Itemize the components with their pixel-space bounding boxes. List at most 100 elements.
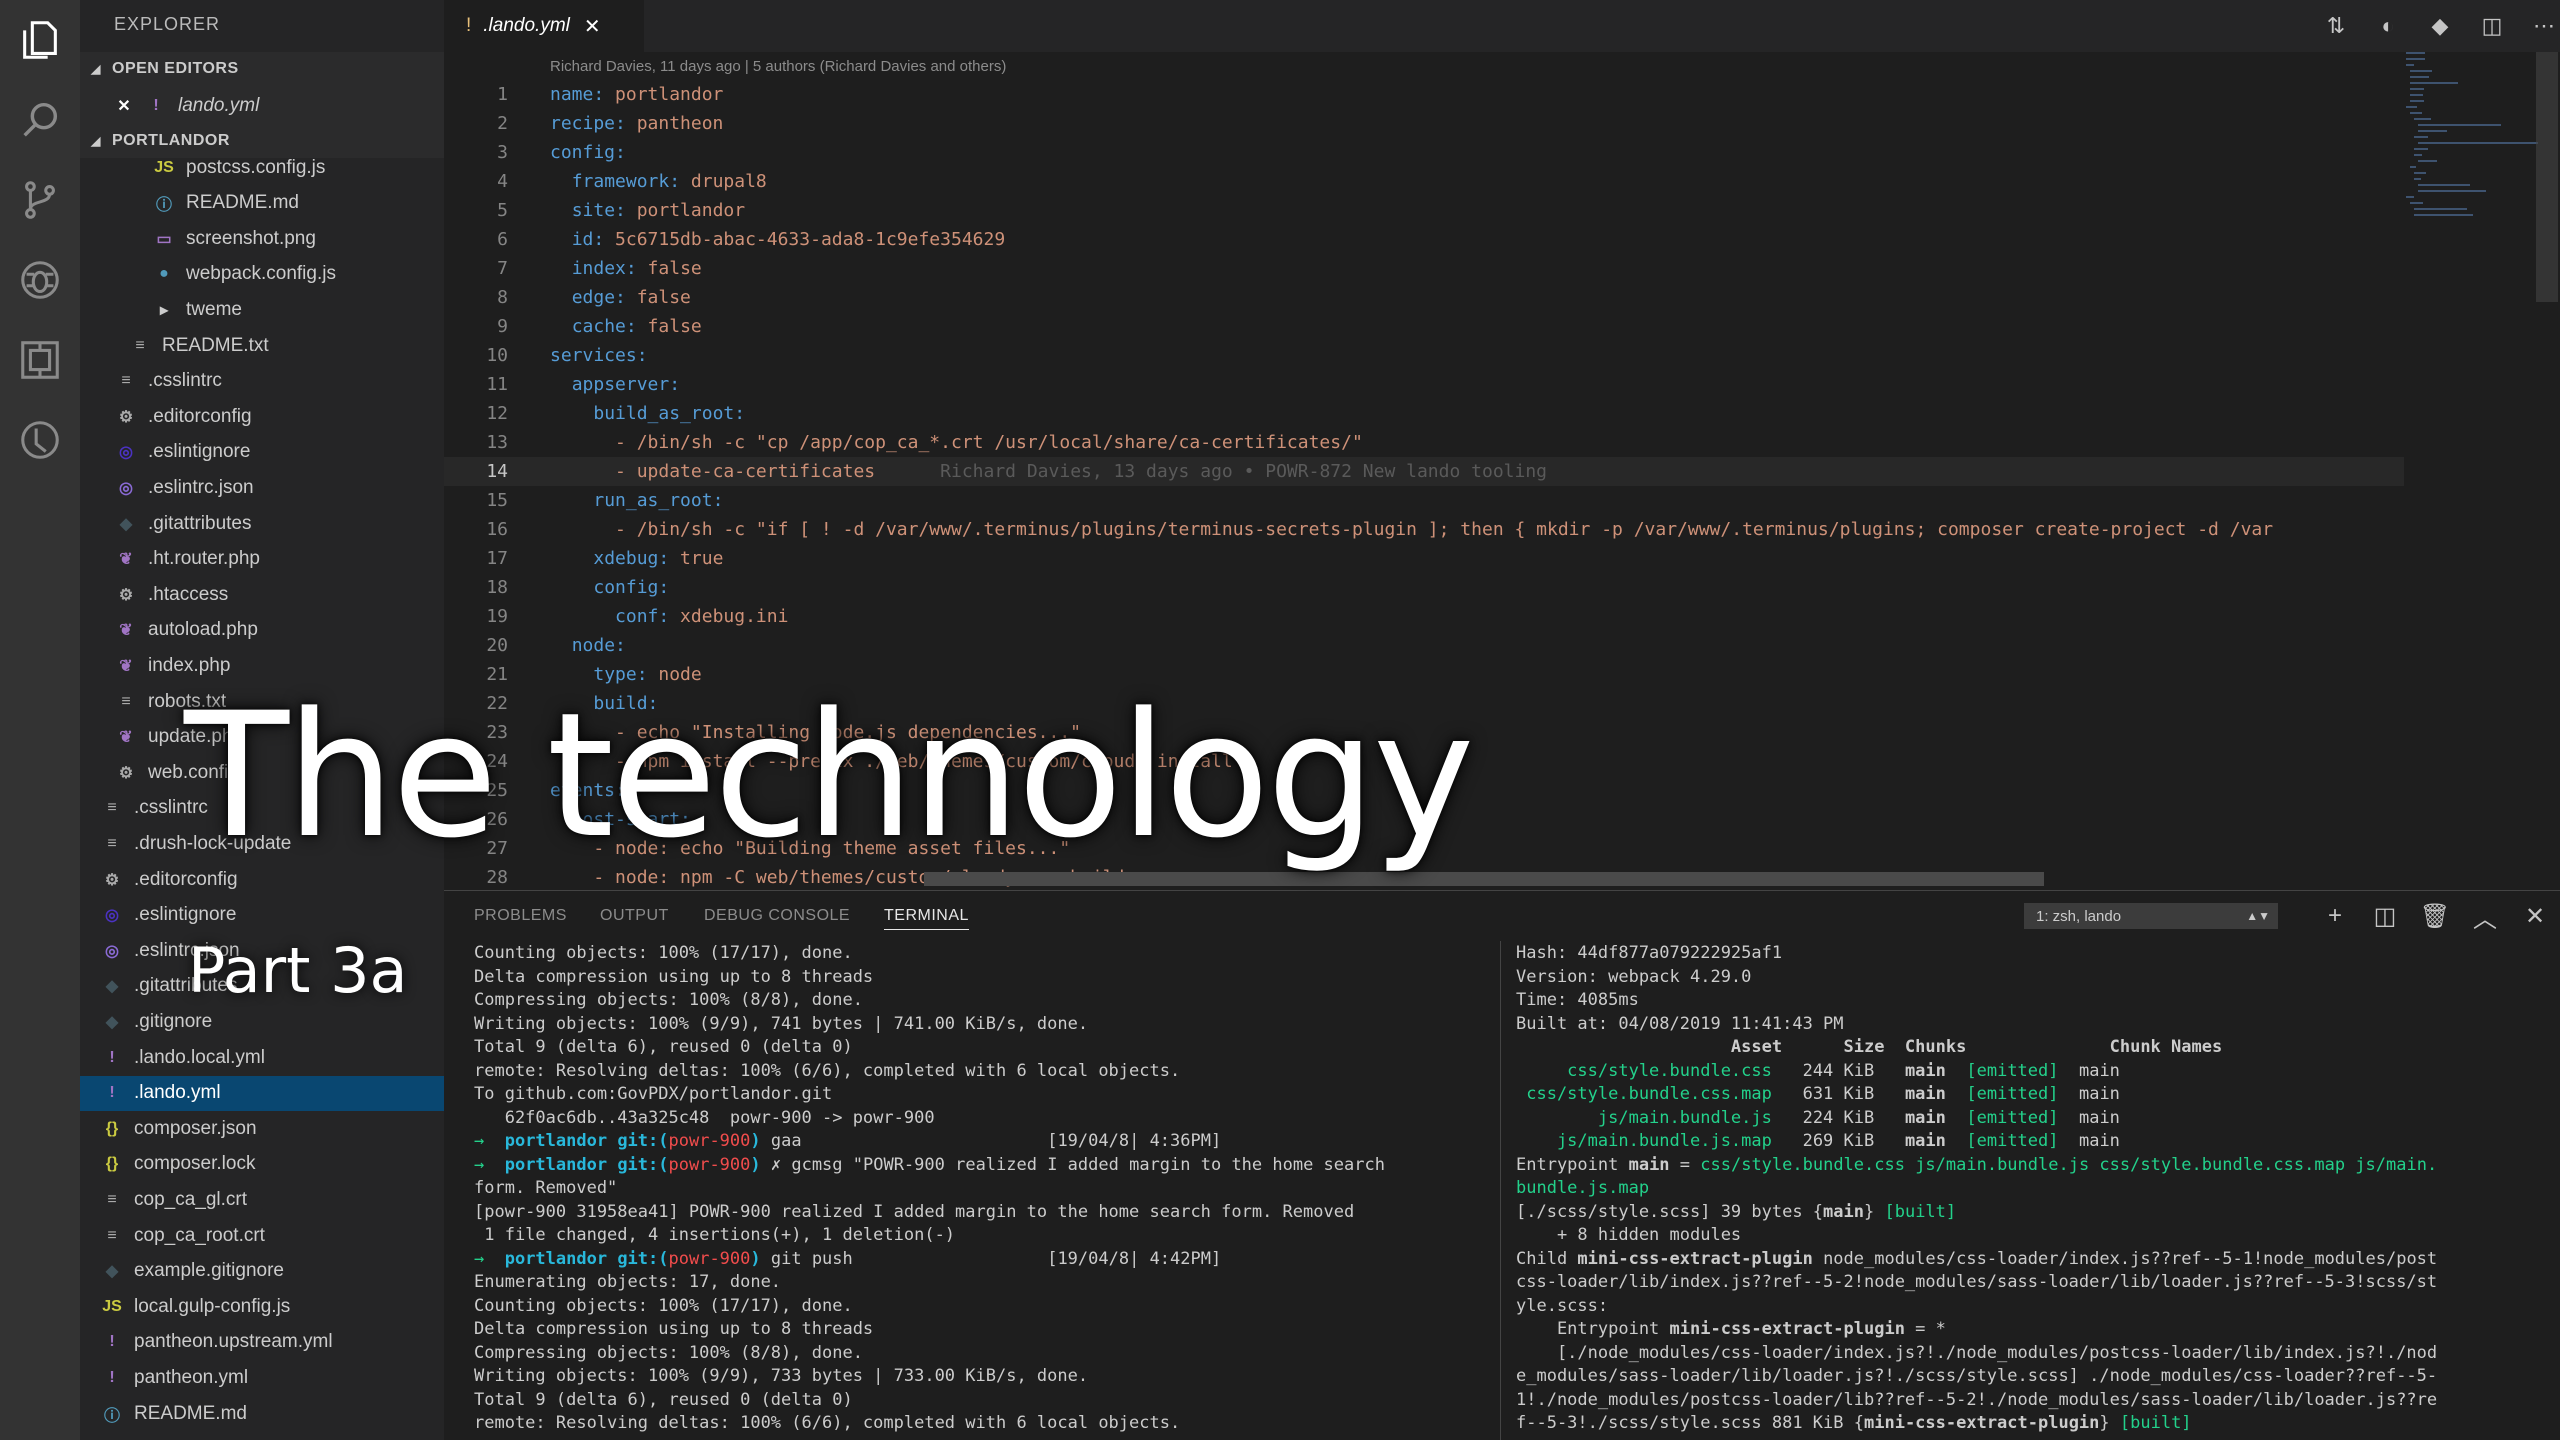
tree-item[interactable]: ◆ .gitattributes <box>80 506 444 541</box>
open-editors-header[interactable]: ◢ OPEN EDITORS <box>80 52 444 86</box>
files-icon[interactable] <box>0 0 80 80</box>
vertical-scrollbar[interactable] <box>2536 52 2558 302</box>
code-line[interactable]: 9 cache: false <box>444 312 2404 341</box>
info-icon: ⓘ <box>103 1407 120 1425</box>
overlay-subtitle: Part 3a <box>188 934 408 1007</box>
add-terminal-icon[interactable]: + <box>2318 899 2352 933</box>
code-line[interactable]: 18 config: <box>444 573 2404 602</box>
tree-item[interactable]: ! .lando.yml <box>80 1075 444 1111</box>
trash-icon[interactable]: 🗑 <box>2418 899 2452 933</box>
line-number: 17 <box>486 548 508 569</box>
code-line[interactable]: 1 name: portlandor <box>444 80 2404 109</box>
code-line[interactable]: 20 node: <box>444 631 2404 660</box>
code-line[interactable]: 8 edge: false <box>444 283 2404 312</box>
more-actions-icon[interactable]: ⋯ <box>2528 10 2560 42</box>
open-editor-item[interactable]: ✕ ! lando.yml <box>80 88 444 123</box>
tree-item[interactable]: ! pantheon.yml <box>80 1360 444 1395</box>
terminal-line: Built at: 04/08/2019 11:41:43 PM <box>1516 1012 1844 1036</box>
code-line[interactable]: 17 xdebug: true <box>444 544 2404 573</box>
debug-icon[interactable] <box>0 240 80 320</box>
code-line[interactable]: 10 services: <box>444 341 2404 370</box>
tree-item-label: .gitignore <box>134 1010 213 1032</box>
tree-item[interactable]: ⓘ README.md <box>80 186 444 221</box>
terminal-line: css-loader/lib/index.js??ref--5-2!node_m… <box>1516 1270 2437 1294</box>
terminal-text: } <box>2099 1413 2120 1433</box>
toggle-changes-icon[interactable]: ◐ <box>2372 10 2404 42</box>
code-line[interactable]: 3 config: <box>444 138 2404 167</box>
code-line[interactable]: 15 run_as_root: <box>444 486 2404 515</box>
terminal-text: 244 KiB <box>1771 1060 1905 1081</box>
tree-item[interactable]: ◎ .eslintignore <box>80 435 444 470</box>
split-terminal-icon[interactable]: ◫ <box>2368 899 2402 933</box>
tree-item[interactable]: JS local.gulp-config.js <box>80 1289 444 1324</box>
tree-item[interactable]: ▸ tweme <box>80 292 444 327</box>
code-line[interactable]: 14 - update-ca-certificates Richard Davi… <box>444 457 2404 486</box>
code-line[interactable]: 6 id: 5c6715db-abac-4633-ada8-1c9efe3546… <box>444 225 2404 254</box>
code-line[interactable]: 4 framework: drupal8 <box>444 167 2404 196</box>
terminal-text: Total 9 (delta 6), reused 0 (delta 0) <box>474 1389 853 1410</box>
panel-tab-problems[interactable]: PROBLEMS <box>474 907 567 925</box>
panel-tab-output[interactable]: OUTPUT <box>600 907 669 925</box>
tree-item[interactable]: JS postcss.config.js <box>80 150 444 185</box>
tree-item[interactable]: ◣sites#self#environments#land... <box>80 1432 444 1440</box>
close-icon[interactable]: ✕ <box>114 96 134 116</box>
maximize-panel-icon[interactable]: ︿ <box>2468 899 2502 933</box>
tree-item[interactable]: ▭ screenshot.png <box>80 221 444 256</box>
split-editor-icon[interactable]: ◫ <box>2476 10 2508 42</box>
tree-item[interactable]: ◎ .eslintignore <box>80 898 444 933</box>
git-lens-icon[interactable]: ◆ <box>2424 10 2456 42</box>
minimap-line <box>2414 208 2467 210</box>
tree-item[interactable]: ! pantheon.upstream.yml <box>80 1325 444 1360</box>
code-line[interactable]: 12 build_as_root: <box>444 399 2404 428</box>
code-line[interactable]: 16 - /bin/sh -c "if [ ! -d /var/www/.ter… <box>444 515 2404 544</box>
terminal-text: git:( <box>617 1131 669 1151</box>
terminal-split-divider[interactable] <box>1500 941 1501 1440</box>
blame-header[interactable]: Richard Davies, 11 days ago | 5 authors … <box>550 58 1006 75</box>
code-line[interactable]: 7 index: false <box>444 254 2404 283</box>
code-line[interactable]: 13 - /bin/sh -c "cp /app/cop_ca_*.crt /u… <box>444 428 2404 457</box>
tree-item[interactable]: {} composer.json <box>80 1111 444 1146</box>
tree-item[interactable]: ❦ .ht.router.php <box>80 542 444 577</box>
code-line[interactable]: 11 appserver: <box>444 370 2404 399</box>
tree-item[interactable]: ⓘ README.md <box>80 1396 444 1431</box>
terminal-right[interactable]: Hash: 44df877a079222925af1 Version: webpa… <box>1516 941 2556 1440</box>
tree-item[interactable]: ≡ .csslintrc <box>80 364 444 399</box>
terminal-text: css/style.bundle.css js/main.bundle.js c… <box>1700 1154 2438 1175</box>
line-number: 9 <box>497 316 508 337</box>
terminal-left[interactable]: Counting objects: 100% (17/17), done. Del… <box>474 941 1494 1440</box>
terminal-text: yle.scss: <box>1516 1295 1609 1316</box>
tree-item[interactable]: ≡ README.txt <box>80 328 444 363</box>
tree-item[interactable]: ◆ example.gitignore <box>80 1254 444 1289</box>
tree-item[interactable]: ! .lando.local.yml <box>80 1040 444 1075</box>
terminal-line: remote: Resolving deltas: 100% (6/6), co… <box>474 1059 1180 1083</box>
terminal-text: Writing objects: 100% (9/9), 733 bytes |… <box>474 1366 1089 1386</box>
terminal-select[interactable]: 1: zsh, lando ▲▼ <box>2024 903 2278 929</box>
terminal-text: main <box>1823 1201 1864 1222</box>
source-control-icon[interactable] <box>0 160 80 240</box>
code-line[interactable]: 19 conf: xdebug.ini <box>444 602 2404 631</box>
close-icon[interactable]: ✕ <box>584 14 601 39</box>
tree-item[interactable]: ● webpack.config.js <box>80 257 444 292</box>
panel-tab-debug-console[interactable]: DEBUG CONSOLE <box>704 907 850 925</box>
terminal-line: Compressing objects: 100% (8/8), done. <box>474 1341 863 1365</box>
tree-item[interactable]: ❦ autoload.php <box>80 613 444 648</box>
extensions-icon[interactable] <box>0 320 80 400</box>
tree-item[interactable]: ⚙ .editorconfig <box>80 399 444 434</box>
code-line[interactable]: 2 recipe: pantheon <box>444 109 2404 138</box>
panel-tab-terminal[interactable]: TERMINAL <box>884 907 969 930</box>
minimap[interactable] <box>2406 52 2538 242</box>
tab-lando-yml[interactable]: ! .lando.yml ✕ <box>444 0 644 52</box>
compare-changes-icon[interactable]: ⇅ <box>2320 10 2352 42</box>
tree-item[interactable]: ⚙ .htaccess <box>80 577 444 612</box>
tree-item[interactable]: {} composer.lock <box>80 1147 444 1182</box>
tree-item[interactable]: ◆ .gitignore <box>80 1004 444 1039</box>
timeline-icon[interactable] <box>0 400 80 480</box>
close-panel-icon[interactable]: ✕ <box>2518 899 2552 933</box>
tree-item[interactable]: ◎ .eslintrc.json <box>80 470 444 505</box>
minimap-line <box>2418 142 2538 144</box>
tree-item[interactable]: ≡ cop_ca_root.crt <box>80 1218 444 1253</box>
search-icon[interactable] <box>0 80 80 160</box>
tree-item[interactable]: ≡ cop_ca_gl.crt <box>80 1182 444 1217</box>
code-line[interactable]: 5 site: portlandor <box>444 196 2404 225</box>
